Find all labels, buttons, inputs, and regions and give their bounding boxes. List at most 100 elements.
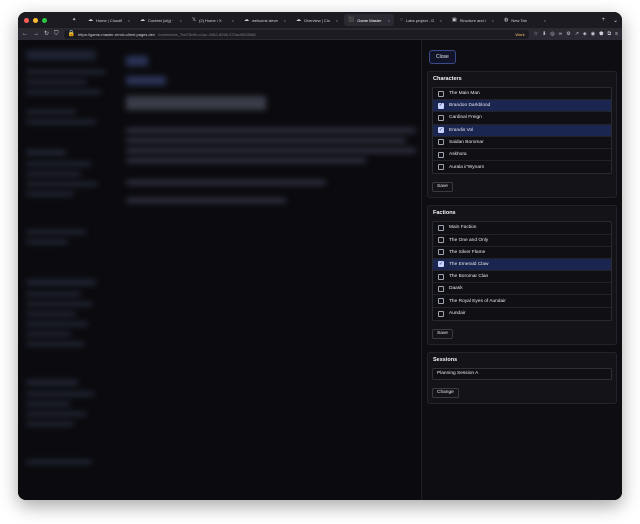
tab-bar: ✦☁Home | Cloudflare×☁Contest (cfg) · Clo… (18, 12, 622, 28)
close-tab-icon[interactable]: × (128, 18, 130, 23)
url-host: https://game-master-remix-client.pages.d… (78, 31, 155, 37)
browser-tab[interactable]: ✦ (68, 14, 82, 26)
faction-label: The Emerald Claw (449, 261, 489, 267)
faction-label: Daask (449, 286, 463, 292)
container-badge[interactable]: Work (515, 32, 524, 37)
extension-icon[interactable]: ↗ (575, 31, 579, 37)
close-tab-icon[interactable]: × (284, 18, 286, 23)
checkbox-icon[interactable] (438, 151, 444, 158)
close-button[interactable]: Close (429, 50, 456, 64)
checkbox-icon[interactable] (438, 237, 444, 244)
maximize-window-icon[interactable] (42, 17, 47, 23)
extension-icon[interactable]: ◉ (591, 31, 595, 37)
checkbox-checked-icon[interactable]: ✓ (438, 127, 444, 134)
faction-row[interactable]: The Royal Eyes of Aundair (433, 295, 611, 308)
browser-tab[interactable]: ◍ New Tab × (500, 14, 550, 26)
tab-favicon-icon: ◍ (504, 16, 509, 23)
extension-icon[interactable]: ◈ (583, 31, 587, 37)
url-bar[interactable]: 🔒 https://game-master-remix-client.pages… (63, 29, 529, 39)
faction-row[interactable]: The One and Only (433, 234, 611, 247)
window-controls (18, 17, 68, 23)
character-label: Saidan Boromar (449, 139, 484, 145)
character-row[interactable]: Askhora (433, 148, 611, 162)
faction-row[interactable]: Daask (433, 283, 611, 296)
close-tab-icon[interactable]: × (544, 18, 546, 23)
sessions-title: Sessions (433, 356, 458, 363)
checkbox-icon[interactable] (438, 90, 444, 97)
change-session-button[interactable]: Change (432, 387, 459, 398)
extension-icon[interactable]: ⧉ (608, 31, 612, 37)
blurred-background-page (18, 40, 420, 500)
close-tab-icon[interactable]: × (180, 18, 182, 23)
browser-tab[interactable]: ☁Contest (cfg) · Cloud × (136, 14, 186, 26)
character-label: Cardinal Freign (449, 115, 482, 121)
faction-row[interactable]: The Boromar Clan (433, 271, 611, 284)
close-tab-icon[interactable]: × (232, 18, 234, 23)
tab-favicon-icon: 𝕏 (192, 16, 197, 23)
checkbox-checked-icon[interactable]: ✓ (438, 102, 444, 109)
reload-icon[interactable]: ↻ (44, 31, 49, 37)
checkbox-icon[interactable] (438, 139, 444, 146)
new-tab-icon[interactable]: + (597, 17, 609, 23)
extension-icon[interactable]: ⬇ (542, 31, 546, 37)
tab-label: Game Master (357, 17, 382, 23)
extension-icon[interactable]: ⬟ (599, 31, 603, 37)
browser-tab[interactable]: ◌Labs project - Digita × (396, 14, 446, 26)
characters-list: The Main Man ✓ Brandon Darkblood Cardinal F… (432, 87, 612, 175)
chevron-down-icon[interactable]: ⌄ (609, 17, 622, 24)
faction-label: The One and Only (449, 237, 489, 243)
extension-icon[interactable]: ◎ (550, 31, 554, 37)
checkbox-checked-icon[interactable]: ✓ (438, 261, 444, 268)
save-characters-button[interactable]: Save (432, 182, 453, 193)
browser-tab[interactable]: ▣Structure and interp × (448, 14, 498, 26)
checkbox-icon[interactable] (438, 298, 444, 305)
shield-icon[interactable]: ⛉ (54, 31, 59, 37)
faction-row[interactable]: The Silver Flame (433, 246, 611, 259)
session-select[interactable]: Planning Session A (432, 367, 612, 380)
character-row[interactable]: Aurala ir'Wynarn (433, 161, 611, 174)
back-icon[interactable]: ← (22, 31, 28, 37)
faction-row[interactable]: ✓ The Emerald Claw (433, 258, 611, 272)
menu-icon[interactable]: ≡ (615, 31, 618, 37)
close-tab-icon[interactable]: × (388, 18, 390, 23)
faction-row[interactable]: Main Faction (433, 222, 611, 235)
factions-title: Factions (433, 210, 456, 217)
character-row[interactable]: ✓ Brandon Darkblood (433, 100, 611, 113)
tab-label: (2) Home / X (199, 17, 222, 23)
character-row[interactable]: The Main Man (433, 88, 611, 101)
browser-tab[interactable]: 𝕏 (2) Home / X × (188, 14, 238, 26)
character-row[interactable]: Cardinal Freign (433, 112, 611, 125)
browser-tab[interactable]: ☁Home | Cloudflare × (84, 14, 134, 26)
tab-label: Overview | Cloudfla (304, 17, 330, 23)
character-row[interactable]: Saidan Boromar (433, 136, 611, 149)
browser-tab[interactable]: ☁welcome.developer × (240, 14, 290, 26)
checkbox-icon[interactable] (438, 273, 444, 280)
checkbox-icon[interactable] (438, 224, 444, 231)
checkbox-icon[interactable] (438, 249, 444, 256)
tab-label: Structure and interp (459, 17, 486, 23)
close-window-icon[interactable] (24, 17, 29, 23)
tab-favicon-icon: ☁ (140, 16, 145, 23)
bookmark-icon[interactable]: ☆ (534, 31, 538, 37)
checkbox-icon[interactable] (438, 310, 444, 317)
close-tab-icon[interactable]: × (492, 18, 494, 23)
checkbox-icon[interactable] (438, 164, 444, 171)
close-tab-icon[interactable]: × (440, 18, 442, 23)
factions-list: Main Faction The One and Only The Silver F… (432, 221, 612, 321)
faction-label: Aundair (449, 311, 466, 317)
tab-favicon-icon: ◌ (400, 16, 403, 23)
extension-icon[interactable]: ∞ (559, 31, 563, 37)
character-label: Erandis Vol (449, 127, 474, 133)
forward-icon[interactable]: → (33, 31, 39, 37)
character-row[interactable]: ✓ Erandis Vol (433, 124, 611, 137)
close-tab-icon[interactable]: × (336, 18, 338, 23)
checkbox-icon[interactable] (438, 114, 444, 121)
checkbox-icon[interactable] (438, 285, 444, 292)
faction-row[interactable]: Aundair (433, 307, 611, 320)
tab-favicon-icon: ⬛ (348, 16, 355, 23)
extension-icon[interactable]: ⚙ (566, 31, 570, 37)
browser-tab[interactable]: ☁Overview | Cloudfla × (292, 14, 342, 26)
minimize-window-icon[interactable] (33, 17, 38, 23)
save-factions-button[interactable]: Save (432, 328, 453, 339)
browser-tab[interactable]: ⬛ Game Master × (344, 14, 394, 26)
